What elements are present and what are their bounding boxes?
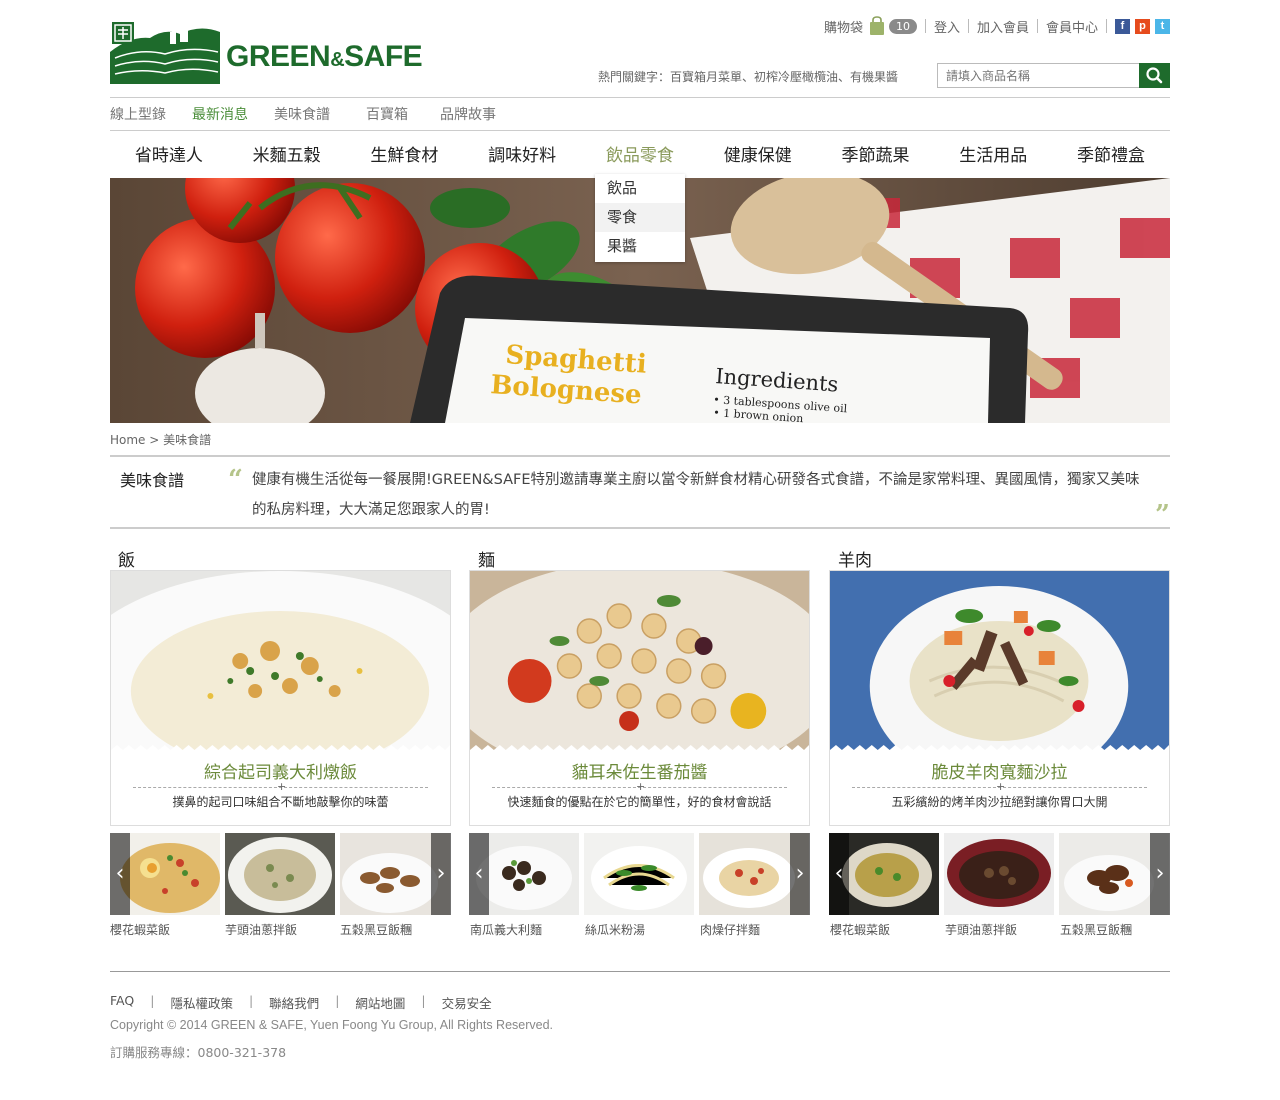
thumb-label[interactable]: 南瓜義大利麵 [470, 921, 542, 938]
footer-sitemap-link[interactable]: 網站地圖 [355, 993, 405, 1012]
sub-nav: 線上型錄 最新消息 美味食譜 百寶箱 品牌故事 [110, 104, 522, 124]
brand-logo[interactable]: GREEN&SAFE [110, 18, 430, 84]
facebook-icon[interactable]: f [1115, 18, 1130, 34]
open-quote-icon: “ [228, 465, 243, 495]
nav-rice-noodles[interactable]: 米麵五穀 [253, 141, 321, 166]
thumb-label[interactable]: 絲瓜米粉湯 [585, 921, 645, 938]
service-hotline: 訂購服務專線：0800-321-378 [110, 1045, 287, 1060]
join-member-link[interactable]: 加入會員 [977, 17, 1029, 36]
section-title-lamb: 羊肉 [838, 551, 872, 571]
breadcrumb-current: 美味食譜 [163, 433, 212, 447]
nav-gift-box[interactable]: 季節禮盒 [1077, 141, 1145, 166]
twitter-icon[interactable]: t [1155, 18, 1170, 34]
featured-recipe-card[interactable]: 貓耳朵佐生番茄醬 + 快速麵食的優點在於它的簡單性，好的食材會說話 [469, 570, 810, 826]
dropdown-item-snacks[interactable]: 零食 [595, 203, 685, 232]
card-subtitle: 快速麵食的優點在於它的簡單性，好的食材會說話 [507, 795, 772, 809]
nav-drinks-snacks[interactable]: 飲品零食 [606, 141, 674, 166]
recipe-thumb-carousel: ‹ › [469, 833, 810, 915]
search-box [937, 63, 1170, 88]
carousel-next-button[interactable]: › [431, 833, 451, 915]
footer-contact-link[interactable]: 聯絡我們 [269, 993, 319, 1012]
search-button[interactable] [1139, 63, 1170, 88]
drinks-snacks-dropdown: 飲品 零食 果醬 [595, 174, 685, 262]
nav-fresh-food[interactable]: 生鮮食材 [370, 141, 438, 166]
featured-recipe-card[interactable]: 脆皮羊肉寬麵沙拉 + 五彩繽紛的烤羊肉沙拉絕對讓你胃口大開 [829, 570, 1170, 826]
intro-text: 健康有機生活從每一餐展開!GREEN&SAFE特別邀請專業主廚以當令新鮮食材精心… [252, 472, 1140, 518]
section-title-rice: 飯 [118, 551, 135, 571]
footer-privacy-link[interactable]: 隱私權政策 [170, 993, 233, 1012]
nav-seasonings[interactable]: 調味好料 [488, 141, 556, 166]
recipe-thumb-carousel: ‹ › [110, 833, 451, 915]
subnav-catalog[interactable]: 線上型錄 [110, 104, 166, 124]
subnav-news[interactable]: 最新消息 [192, 104, 248, 124]
subnav-recipes[interactable]: 美味食譜 [274, 104, 330, 124]
main-category-nav: 省時達人 米麵五穀 生鮮食材 調味好料 飲品零食 健康保健 季節蔬果 生活用品 … [110, 141, 1170, 166]
nav-time-saver[interactable]: 省時達人 [135, 141, 203, 166]
top-utility-nav: 購物袋 10 登入 加入會員 會員中心 f p t [824, 15, 1170, 37]
carousel-prev-button[interactable]: ‹ [469, 833, 489, 915]
recipe-thumb[interactable] [944, 833, 1054, 915]
copyright-text: Copyright © 2014 GREEN & SAFE, Yuen Foon… [110, 1018, 554, 1032]
nav-daily-goods[interactable]: 生活用品 [959, 141, 1027, 166]
risotto-image [111, 571, 450, 753]
hot-keywords: 熱門關鍵字：百寶箱月菜單、初榨冷壓橄欖油、有機果醬 [598, 70, 899, 84]
cart-count-badge: 10 [888, 18, 917, 34]
thumb-label[interactable]: 芋頭油蔥拌飯 [945, 921, 1017, 938]
thumb-label[interactable]: 五穀黑豆飯糰 [340, 921, 412, 938]
brand-wordmark: GREEN&SAFE [226, 40, 423, 73]
thumb-label[interactable]: 五穀黑豆飯糰 [1060, 921, 1132, 938]
lamb-salad-image [830, 571, 1169, 753]
subnav-brand-story[interactable]: 品牌故事 [440, 104, 496, 124]
carousel-prev-button[interactable]: ‹ [110, 833, 130, 915]
close-quote-icon: ” [1155, 500, 1170, 530]
thumb-label[interactable]: 櫻花蝦菜飯 [110, 921, 170, 938]
dropdown-item-drinks[interactable]: 飲品 [595, 174, 685, 203]
featured-recipe-card[interactable]: 綜合起司義大利燉飯 + 撲鼻的起司口味組合不斷地敲擊你的味蕾 [110, 570, 451, 826]
plurk-icon[interactable]: p [1135, 18, 1150, 34]
thumb-label[interactable]: 櫻花蝦菜飯 [830, 921, 890, 938]
recipe-thumb[interactable] [225, 833, 335, 915]
subnav-treasure-box[interactable]: 百寶箱 [366, 104, 408, 124]
recipe-thumb[interactable] [584, 833, 694, 915]
breadcrumb: Home > 美味食譜 [110, 433, 212, 447]
thumb-label[interactable]: 肉燥仔拌麵 [700, 921, 760, 938]
login-link[interactable]: 登入 [934, 17, 960, 36]
card-subtitle: 五彩繽紛的烤羊肉沙拉絕對讓你胃口大開 [891, 795, 1108, 809]
footer-faq-link[interactable]: FAQ [110, 993, 134, 1012]
carousel-next-button[interactable]: › [1150, 833, 1170, 915]
section-title-noodles: 麵 [478, 551, 495, 571]
search-input[interactable] [938, 64, 1140, 87]
page-title: 美味食譜 [120, 471, 185, 490]
member-center-link[interactable]: 會員中心 [1046, 17, 1098, 36]
recipe-thumb-carousel: ‹ › [829, 833, 1170, 915]
carousel-prev-button[interactable]: ‹ [829, 833, 849, 915]
carousel-next-button[interactable]: › [790, 833, 810, 915]
shopping-bag-icon[interactable] [869, 16, 885, 36]
nav-health[interactable]: 健康保健 [724, 141, 792, 166]
footer-security-link[interactable]: 交易安全 [442, 993, 492, 1012]
search-icon [1146, 67, 1163, 84]
orecchiette-image [470, 571, 809, 753]
brand-landscape-icon [110, 18, 220, 84]
breadcrumb-home[interactable]: Home [110, 433, 145, 447]
dropdown-item-jam[interactable]: 果醬 [595, 232, 685, 261]
thumb-label[interactable]: 芋頭油蔥拌飯 [225, 921, 297, 938]
footer-links: FAQ | 隱私權政策 | 聯絡我們 | 網站地圖 | 交易安全 [110, 993, 492, 1012]
nav-seasonal-produce[interactable]: 季節蔬果 [841, 141, 909, 166]
card-subtitle: 撲鼻的起司口味組合不斷地敲擊你的味蕾 [172, 795, 389, 809]
cart-link[interactable]: 購物袋 [824, 17, 863, 36]
